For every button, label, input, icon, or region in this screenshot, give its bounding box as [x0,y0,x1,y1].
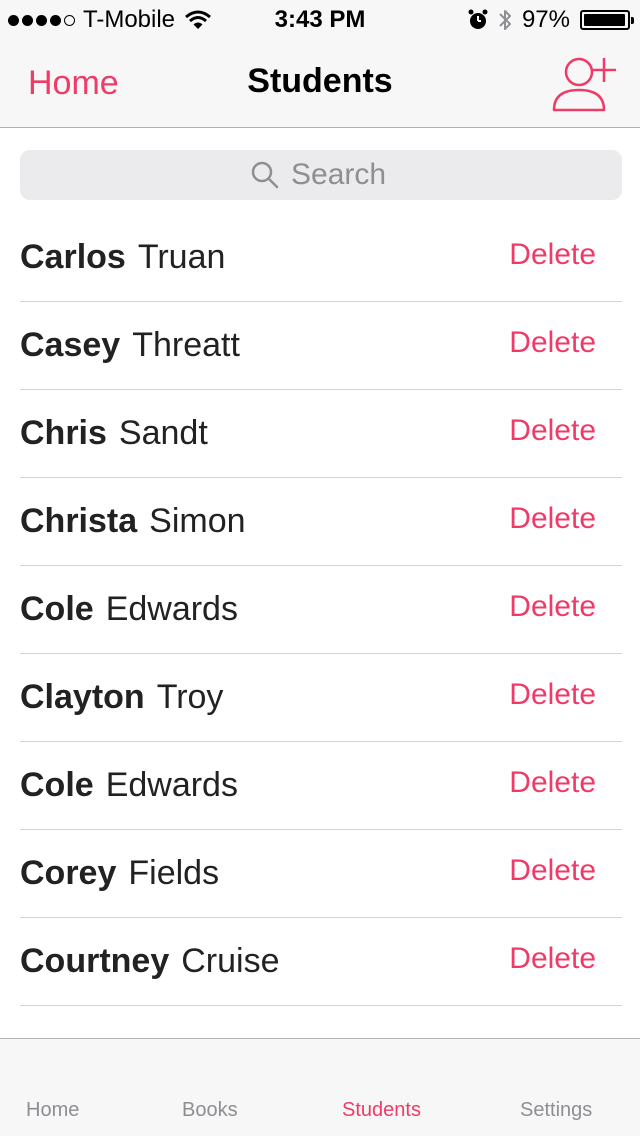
signal-strength-icon [8,14,75,26]
delete-button[interactable]: Delete [509,326,596,360]
student-row[interactable]: Clayton Troy Delete [20,654,622,742]
delete-button[interactable]: Delete [509,678,596,712]
student-first-name: Christa [20,502,138,540]
student-first-name: Corey [20,854,117,892]
student-last-name: Threatt [132,326,240,364]
battery-level [584,14,625,26]
student-row[interactable]: Cole Edwards Delete [20,742,622,830]
student-last-name: Edwards [105,766,238,804]
status-bar: T-Mobile 3:43 PM 97% [0,0,640,40]
alarm-icon [468,9,488,29]
carrier-name: T-Mobile [83,6,176,33]
student-first-name: Casey [20,326,121,364]
battery-icon [580,10,634,30]
delete-button[interactable]: Delete [509,590,596,624]
student-list: Carlos Truan Delete Casey Threatt Delete… [0,214,640,1006]
home-back-button[interactable]: Home [28,64,119,103]
student-first-name: Cole [20,766,94,804]
tab-students[interactable]: Students [342,1099,421,1122]
student-row[interactable]: Corey Fields Delete [20,830,622,918]
bluetooth-icon [499,10,511,30]
student-row[interactable]: Casey Threatt Delete [20,302,622,390]
student-first-name: Clayton [20,678,145,716]
search-box[interactable] [20,150,622,200]
tab-bar: Home Books Students Settings [0,1038,640,1136]
delete-button[interactable]: Delete [509,414,596,448]
tab-settings[interactable]: Settings [520,1099,592,1122]
delete-button[interactable]: Delete [509,854,596,888]
student-last-name: Truan [137,238,226,276]
student-row[interactable]: Cole Edwards Delete [20,566,622,654]
student-last-name: Simon [149,502,246,540]
student-row[interactable]: Chris Sandt Delete [20,390,622,478]
student-last-name: Sandt [118,414,208,452]
search-bar [0,128,640,216]
tab-books[interactable]: Books [182,1099,238,1122]
delete-button[interactable]: Delete [509,502,596,536]
delete-button[interactable]: Delete [509,942,596,976]
student-row[interactable]: Carlos Truan Delete [20,214,622,302]
tab-home[interactable]: Home [26,1099,79,1122]
student-first-name: Courtney [20,942,170,980]
student-first-name: Carlos [20,238,126,276]
student-first-name: Chris [20,414,107,452]
search-input[interactable] [291,158,391,192]
student-last-name: Edwards [105,590,238,628]
student-row[interactable]: Christa Simon Delete [20,478,622,566]
student-last-name: Cruise [181,942,280,980]
wifi-icon [185,10,211,29]
nav-bar: Home Students [0,40,640,128]
search-icon [251,161,279,189]
student-first-name: Cole [20,590,94,628]
status-right: 97% [468,6,634,34]
delete-button[interactable]: Delete [509,238,596,272]
student-last-name: Fields [128,854,220,892]
status-left: T-Mobile [8,6,211,34]
student-last-name: Troy [156,678,224,716]
delete-button[interactable]: Delete [509,766,596,800]
add-user-icon[interactable] [550,52,620,114]
battery-percent: 97% [521,6,570,33]
student-row[interactable]: Courtney Cruise Delete [20,918,622,1006]
